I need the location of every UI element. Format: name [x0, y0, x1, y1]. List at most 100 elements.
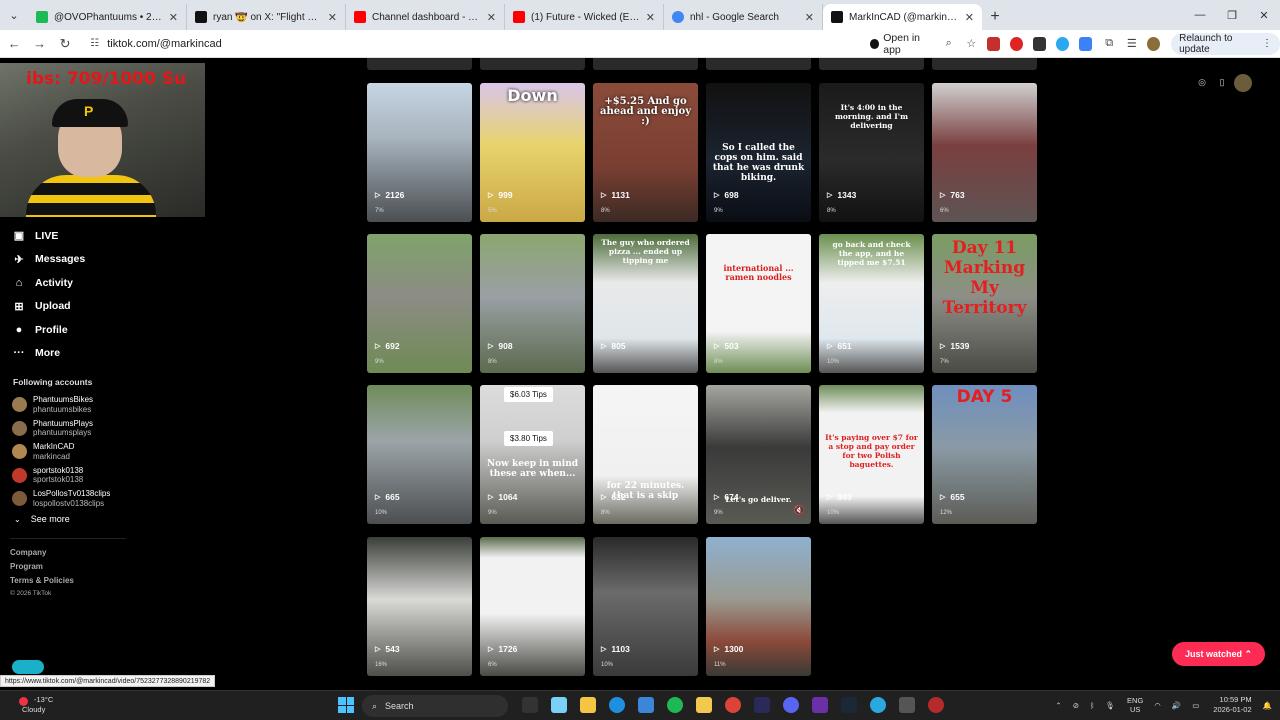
app-icon[interactable]	[695, 697, 712, 713]
notifications-icon[interactable]: 🔔	[1263, 701, 1272, 710]
forward-icon[interactable]: →	[28, 32, 50, 56]
extension-icon[interactable]	[1055, 36, 1069, 51]
following-account[interactable]: sportstok0138 sportstok0138	[12, 464, 110, 488]
weather-widget[interactable]: -13°C Cloudy	[19, 695, 53, 715]
volume-icon[interactable]: 🔊	[1172, 701, 1181, 710]
video-card[interactable]: So I called the cops on him. said that h…	[706, 83, 811, 222]
footer-link-terms[interactable]: Terms & Policies	[10, 576, 74, 590]
video-card[interactable]: The guy who ordered pizza ... ended up t…	[593, 234, 698, 373]
windows-start-icon[interactable]	[338, 697, 354, 713]
premiere-icon[interactable]	[753, 697, 770, 713]
sidebar-item-more[interactable]: ··· More	[12, 342, 162, 366]
sidebar-item-profile[interactable]: ● Profile	[12, 318, 162, 342]
see-more-button[interactable]: ⌄ See more	[14, 514, 70, 524]
restore-icon[interactable]: ❐	[1216, 0, 1248, 30]
video-card[interactable]: ▷ 692 9%	[367, 234, 472, 373]
extension-icon[interactable]	[1078, 36, 1092, 51]
snipping-tool-icon[interactable]	[898, 697, 915, 713]
close-tab-icon[interactable]: ✕	[169, 11, 178, 24]
site-info-icon[interactable]: ☷	[90, 38, 99, 49]
close-tab-icon[interactable]: ✕	[328, 11, 337, 24]
following-account[interactable]: PhantuumsPlays phantuumsplays	[12, 417, 110, 441]
following-account[interactable]: PhantuumsBikes phantuumsbikes	[12, 393, 110, 417]
video-card[interactable]: international ... ramen noodles ▷ 503 8%	[706, 234, 811, 373]
video-card-partial[interactable]	[480, 58, 585, 70]
video-card[interactable]: for 22 minutes. that is a skip ▷ 632 8%	[593, 385, 698, 524]
video-card[interactable]: Down ▷ 999 5%	[480, 83, 585, 222]
footer-link-company[interactable]: Company	[10, 548, 74, 562]
copilot-icon[interactable]	[550, 697, 567, 713]
following-account[interactable]: LosPollosTv0138clips lospollostv0138clips	[12, 487, 110, 511]
browser-tab[interactable]: (1) Future - Wicked (Ear Rape)✕	[505, 4, 664, 30]
close-tab-icon[interactable]: ✕	[646, 11, 655, 24]
tray-overflow-icon[interactable]: ⌃	[1055, 701, 1061, 710]
steam-icon[interactable]	[840, 697, 857, 713]
video-card[interactable]: It's 4:00 in the morning. and I'm delive…	[819, 83, 924, 222]
video-card[interactable]: go back and check the app, and he tipped…	[819, 234, 924, 373]
minimize-icon[interactable]: —	[1184, 0, 1216, 30]
close-window-icon[interactable]: ✕	[1248, 0, 1280, 30]
profile-avatar-icon[interactable]	[1234, 74, 1252, 92]
url-field[interactable]: ☷ tiktok.com/@markincad	[82, 33, 830, 55]
clock[interactable]: 10:59 PM 2026-01-02	[1213, 695, 1251, 715]
taskbar-search[interactable]: ⌕ Search	[362, 695, 508, 717]
video-card[interactable]: ▷ 1300 11%	[706, 537, 811, 676]
extensions-puzzle-icon[interactable]: ⧉	[1099, 33, 1120, 55]
reload-icon[interactable]: ↻	[54, 32, 76, 56]
browser-tab-active[interactable]: MarkInCAD (@markincad) | Tik✕	[823, 4, 982, 30]
tab-search-icon[interactable]: ⌄	[0, 0, 28, 30]
video-card[interactable]: +$5.25 And go ahead and enjoy :) ▷ 1131 8…	[593, 83, 698, 222]
new-tab-button[interactable]: +	[982, 4, 1008, 30]
video-card[interactable]: ▷ 1103 10%	[593, 537, 698, 676]
sidebar-item-live[interactable]: ▣ LIVE	[12, 224, 162, 248]
wifi-icon[interactable]: ◠	[1154, 701, 1161, 710]
extension-icon[interactable]	[1032, 36, 1046, 51]
chrome-icon[interactable]	[724, 697, 741, 713]
video-card[interactable]: ▷ 2126 7%	[367, 83, 472, 222]
video-card-partial[interactable]	[593, 58, 698, 70]
profile-avatar-icon[interactable]	[1147, 36, 1161, 51]
just-watched-button[interactable]: Just watched ⌃	[1172, 642, 1265, 666]
spotify-icon[interactable]	[666, 697, 683, 713]
battery-icon[interactable]: ▭	[1192, 701, 1199, 710]
task-view-icon[interactable]	[521, 697, 538, 713]
video-card[interactable]: ▷ 763 6%	[932, 83, 1037, 222]
telegram-icon[interactable]	[869, 697, 886, 713]
sidebar-item-activity[interactable]: ⌂ Activity	[12, 271, 162, 295]
browser-tab[interactable]: Channel dashboard - YouTube✕	[346, 4, 505, 30]
microphone-icon[interactable]: 🎙	[1106, 701, 1116, 710]
browser-tab[interactable]: nhl - Google Search ✕	[664, 4, 823, 30]
video-card-partial[interactable]	[932, 58, 1037, 70]
video-card-partial[interactable]	[706, 58, 811, 70]
relaunch-button[interactable]: Relaunch to update ⋮	[1171, 32, 1280, 55]
bluetooth-icon[interactable]: ᛒ	[1090, 701, 1095, 710]
video-card-partial[interactable]	[819, 58, 924, 70]
settings-icon[interactable]: ◎	[1194, 74, 1210, 90]
sidebar-item-messages[interactable]: ✈ Messages	[12, 248, 162, 272]
footer-link-program[interactable]: Program	[10, 562, 74, 576]
chat-bubble-icon[interactable]	[12, 660, 44, 674]
bookmark-star-icon[interactable]: ☆	[961, 33, 982, 55]
video-card[interactable]: Day 11 Marking My Territory ▷ 1539 7%	[932, 234, 1037, 373]
video-card[interactable]: It's paying over $7 for a stop and pay o…	[819, 385, 924, 524]
following-account[interactable]: MarkInCAD markincad	[12, 440, 110, 464]
video-card[interactable]: ▷ 1726 6%	[480, 537, 585, 676]
close-tab-icon[interactable]: ✕	[487, 11, 496, 24]
device-icon[interactable]: ▯	[1214, 74, 1230, 90]
back-icon[interactable]: ←	[3, 32, 25, 56]
language-indicator[interactable]: ENG US	[1127, 696, 1143, 714]
video-card[interactable]: ▷ 543 16%	[367, 537, 472, 676]
sidebar-item-upload[interactable]: ⊞ Upload	[12, 295, 162, 319]
close-tab-icon[interactable]: ✕	[805, 11, 814, 24]
discord-icon[interactable]	[782, 697, 799, 713]
video-card[interactable]: DAY 5 ▷ 655 12%	[932, 385, 1037, 524]
browser-tab[interactable]: @OVOPhantuums • 2025 KICK✕	[28, 4, 187, 30]
video-card[interactable]: ▷ 665 10%	[367, 385, 472, 524]
muted-icon[interactable]: 🔇	[794, 505, 805, 516]
obs-icon[interactable]	[927, 697, 944, 713]
edge-icon[interactable]	[608, 697, 625, 713]
extension-icon[interactable]	[1009, 36, 1023, 51]
video-card[interactable]: Let's go deliver. ▷ 674 9% 🔇	[706, 385, 811, 524]
extension-icon[interactable]	[986, 36, 1000, 51]
file-explorer-icon[interactable]	[579, 697, 596, 713]
